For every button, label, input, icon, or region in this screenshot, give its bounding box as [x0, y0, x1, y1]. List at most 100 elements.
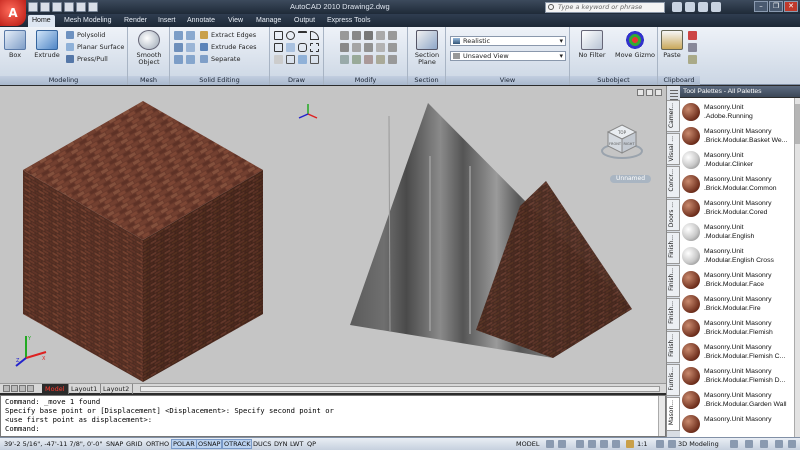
tab-home[interactable]: Home — [28, 15, 55, 27]
palette-tab-masonry[interactable]: Mason... — [667, 397, 680, 431]
viewport-minimize-icon[interactable] — [637, 89, 644, 96]
tab-mesh-modeling[interactable]: Mesh Modeling — [60, 15, 115, 27]
annotation-scale[interactable]: 1:1 — [637, 439, 647, 449]
tab-manage[interactable]: Manage — [252, 15, 285, 27]
isolate-objects-icon[interactable] — [760, 440, 768, 448]
palette-item[interactable]: Masonry.Unit Masonry .Brick.Modular.Garde… — [680, 388, 794, 412]
panel-section-title[interactable]: Section — [408, 76, 445, 85]
palette-item[interactable]: Masonry.Unit Masonry .Brick.Modular.Flemi… — [680, 340, 794, 364]
model-space-button[interactable]: MODEL — [516, 439, 539, 449]
osnap-toggle[interactable]: OSNAP — [196, 439, 223, 449]
minimize-button[interactable]: – — [754, 1, 768, 12]
paste-button[interactable]: Paste — [661, 30, 683, 59]
qp-toggle[interactable]: QP — [306, 439, 317, 449]
visual-style-dropdown[interactable]: Realistic — [450, 36, 566, 46]
offset-icon[interactable] — [388, 55, 397, 64]
grid-toggle[interactable]: GRID — [125, 439, 143, 449]
application-menu-button[interactable]: A — [0, 0, 26, 26]
ortho-toggle[interactable]: ORTHO — [145, 439, 170, 449]
showmotion-icon[interactable] — [612, 440, 620, 448]
subscription-icon[interactable] — [672, 2, 682, 12]
point-icon[interactable] — [274, 55, 283, 64]
lwt-toggle[interactable]: LWT — [289, 439, 304, 449]
polyline-icon[interactable] — [298, 31, 307, 40]
layout-first-icon[interactable] — [3, 385, 10, 392]
undo-icon[interactable] — [64, 2, 74, 12]
tab-render[interactable]: Render — [120, 15, 151, 27]
panel-solid-editing-title[interactable]: Solid Editing — [170, 76, 269, 85]
rotate-icon[interactable] — [352, 31, 361, 40]
coordinates-readout[interactable]: 39'-2 5/16", -47'-11 7/8", 0'-0" — [4, 438, 102, 450]
quick-view-layouts-icon[interactable] — [546, 440, 554, 448]
palette-item[interactable]: Masonry.Unit Masonry .Brick.Modular.Cored — [680, 196, 794, 220]
smooth-object-button[interactable]: Smooth Object — [131, 30, 167, 66]
palette-scroll-thumb[interactable] — [795, 104, 800, 144]
command-line[interactable]: Command: _move 1 found Specify base poin… — [0, 395, 666, 437]
layout-tab-layout2[interactable]: Layout2 — [100, 384, 134, 394]
quick-view-drawings-icon[interactable] — [558, 440, 566, 448]
section-plane-button[interactable]: Section Plane — [411, 30, 443, 66]
match-properties-icon[interactable] — [688, 55, 697, 64]
palette-item[interactable]: Masonry.Unit Masonry .Brick.Modular.Baske… — [680, 124, 794, 148]
palette-tab-furnishings[interactable]: Furnis... — [667, 364, 680, 396]
cut-icon[interactable] — [688, 31, 697, 40]
dyn-toggle[interactable]: DYN — [273, 439, 288, 449]
ucs-menu-button[interactable]: Unnamed — [610, 175, 652, 183]
save-icon[interactable] — [52, 2, 62, 12]
palette-tab-finishes-4[interactable]: Finish... — [667, 331, 680, 363]
open-icon[interactable] — [40, 2, 50, 12]
erase-icon[interactable] — [388, 43, 397, 52]
panel-subobject-title[interactable]: Subobject — [570, 76, 657, 85]
palette-tab-finishes-2[interactable]: Finish... — [667, 265, 680, 297]
ducs-toggle[interactable]: DUCS — [252, 439, 272, 449]
snap-toggle[interactable]: SNAP — [105, 439, 124, 449]
pan-icon[interactable] — [576, 440, 584, 448]
viewcube[interactable]: TOP FRONT RIGHT — [600, 121, 644, 161]
steeringwheel-icon[interactable] — [600, 440, 608, 448]
palette-item[interactable]: Masonry.Unit Masonry .Brick.Modular.Face — [680, 268, 794, 292]
palette-grip-icon[interactable] — [670, 90, 678, 100]
separate-button[interactable]: Separate — [200, 55, 240, 63]
tilted-slab[interactable] — [350, 103, 632, 358]
close-button[interactable]: ✕ — [784, 1, 798, 12]
layout-tab-model[interactable]: Model — [42, 384, 69, 394]
palette-tab-visual-styles[interactable]: Visual ... — [667, 133, 680, 165]
palette-tab-concrete[interactable]: Concr... — [667, 166, 680, 198]
trim-icon[interactable] — [364, 43, 373, 52]
interfere-icon[interactable] — [174, 55, 183, 64]
box-button[interactable]: Box — [3, 30, 27, 59]
palette-item[interactable]: Masonry.Unit Masonry .Brick.Modular.Commo… — [680, 172, 794, 196]
palette-tab-finishes-1[interactable]: Finish... — [667, 232, 680, 264]
layout-prev-icon[interactable] — [11, 385, 18, 392]
panel-modeling-title[interactable]: Modeling — [0, 76, 127, 85]
palette-item[interactable]: Masonry.Unit Masonry .Brick.Modular.Fire — [680, 292, 794, 316]
horizontal-scrollbar[interactable] — [140, 386, 660, 392]
layout-last-icon[interactable] — [27, 385, 34, 392]
command-prompt[interactable]: Command: — [5, 424, 661, 433]
palette-item[interactable]: Masonry.Unit Masonry .Brick.Modular.Flemi… — [680, 316, 794, 340]
communication-icon[interactable] — [685, 2, 695, 12]
tab-express-tools[interactable]: Express Tools — [323, 15, 374, 27]
tab-annotate[interactable]: Annotate — [183, 15, 219, 27]
extract-edges-button[interactable]: Extract Edges — [200, 31, 256, 39]
redo-icon[interactable] — [76, 2, 86, 12]
favorites-icon[interactable] — [698, 2, 708, 12]
model-viewport[interactable]: TOP FRONT RIGHT Unnamed Y X Z — [0, 86, 666, 383]
zoom-icon[interactable] — [588, 440, 596, 448]
palette-item[interactable]: Masonry.Unit .Modular.English — [680, 220, 794, 244]
palette-item[interactable]: Masonry.Unit .Modular.Clinker — [680, 148, 794, 172]
copy-icon[interactable] — [364, 31, 373, 40]
ellipse-icon[interactable] — [298, 43, 307, 52]
fillet-icon[interactable] — [388, 31, 397, 40]
scale-icon[interactable] — [340, 43, 349, 52]
planar-surface-button[interactable]: Planar Surface — [66, 43, 124, 51]
region-icon[interactable] — [298, 55, 307, 64]
union-icon[interactable] — [174, 31, 183, 40]
palette-tab-cameras[interactable]: Camer... — [667, 100, 680, 132]
palette-tab-finishes-3[interactable]: Finish... — [667, 298, 680, 330]
stretch-icon[interactable] — [352, 43, 361, 52]
lock-icon[interactable] — [730, 440, 738, 448]
tab-insert[interactable]: Insert — [154, 15, 180, 27]
copy-clip-icon[interactable] — [688, 43, 697, 52]
rectangle-icon[interactable] — [274, 43, 283, 52]
